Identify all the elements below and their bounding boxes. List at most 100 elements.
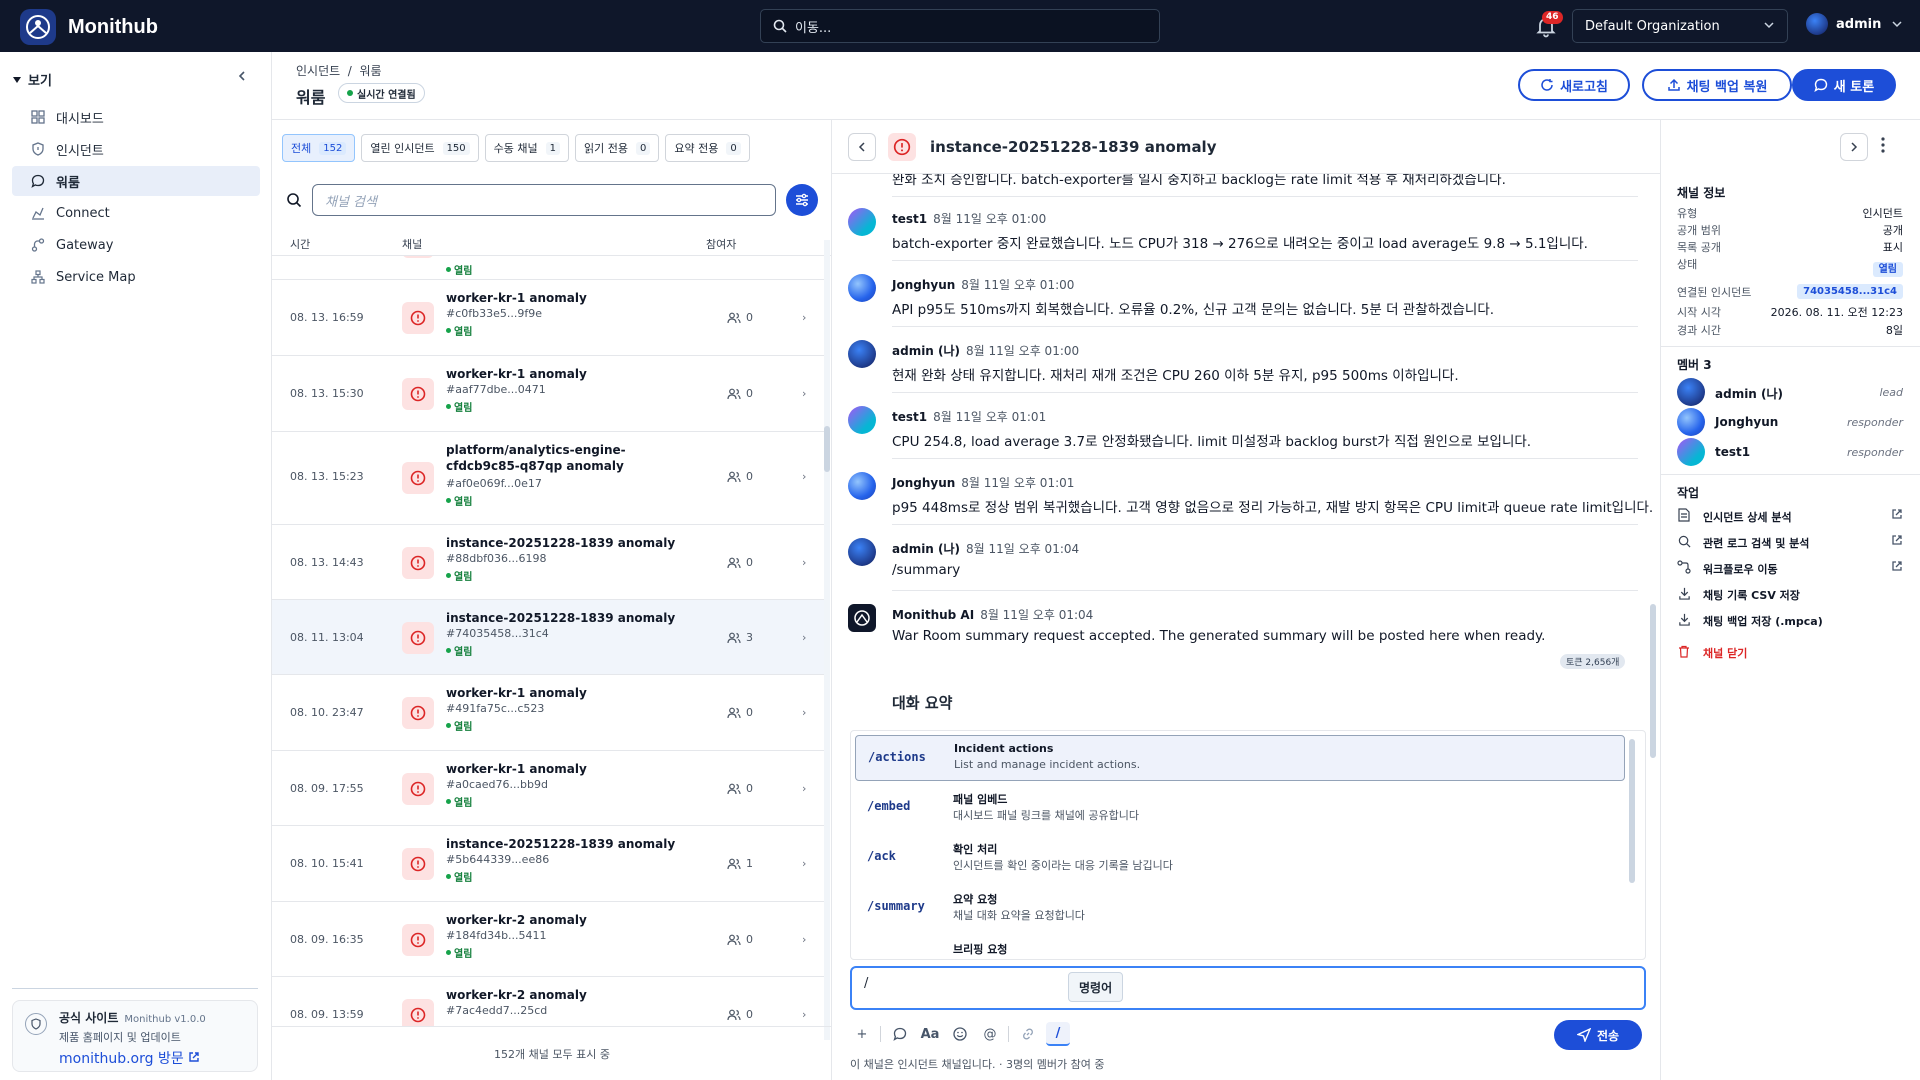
promo-link[interactable]: monithub.org 방문 — [59, 1048, 247, 1068]
chevron-right-icon: › — [802, 857, 807, 870]
action-log-search[interactable]: 관련 로그 검색 및 분석 — [1677, 532, 1903, 552]
sidebar-item-connect[interactable]: Connect — [12, 198, 260, 228]
action-workflow[interactable]: 워크플로우 이동 — [1677, 558, 1903, 578]
sidebar-item-gateway[interactable]: Gateway — [12, 230, 260, 260]
linked-incident-link[interactable]: 74035458...31c4 — [1797, 284, 1903, 299]
official-site-card[interactable]: 공식 사이트 Monithub v1.0.0 제품 홈페이지 및 업데이트 mon… — [12, 1000, 258, 1072]
tab-read-only[interactable]: 읽기 전용 0 — [575, 134, 660, 162]
action-incident-analysis[interactable]: 인시던트 상세 분석 — [1677, 506, 1903, 526]
send-button-label: 전송 — [1596, 1028, 1620, 1043]
channel-list-scrollbar[interactable] — [824, 240, 830, 1040]
chat-bubble-icon[interactable] — [888, 1022, 912, 1046]
action-save-backup[interactable]: 채팅 백업 저장 (.mpca) — [1677, 610, 1903, 630]
global-search-input[interactable]: 이동... — [760, 9, 1160, 43]
sidebar-item-incidents[interactable]: 인시던트 — [12, 134, 260, 164]
link-icon[interactable] — [1016, 1022, 1040, 1046]
chevron-left-icon — [858, 142, 865, 152]
action-label: 워크플로우 이동 — [1703, 563, 1778, 576]
row-channel-id: #af0e069f...0e17 — [446, 477, 542, 490]
tab-manual-channels[interactable]: 수동 채널 1 — [484, 134, 570, 162]
slash-command-icon[interactable]: / — [1046, 1022, 1070, 1046]
workflow-icon — [1677, 560, 1691, 574]
chat-scrollbar[interactable] — [1650, 174, 1656, 834]
list-item[interactable]: 08. 09. 17:55 worker-kr-1 anomaly #a0cae… — [272, 751, 824, 826]
member-item[interactable]: test1 responder — [1677, 438, 1903, 466]
command-desc: List and manage incident actions. — [954, 758, 1141, 771]
message-divider — [892, 326, 1638, 327]
command-item-brief[interactable]: 브리핑 요청 — [855, 935, 1625, 959]
breadcrumb[interactable]: 인시던트 / 워룸 — [296, 62, 382, 79]
message-divider — [892, 458, 1638, 459]
plus-icon[interactable]: + — [850, 1022, 874, 1046]
status-label: 열림 — [454, 327, 473, 338]
list-item[interactable]: 08. 13. 15:30 worker-kr-1 anomaly #aaf77… — [272, 356, 824, 432]
action-export-csv[interactable]: 채팅 기록 CSV 저장 — [1677, 584, 1903, 604]
sidebar-item-warroom[interactable]: 워룸 — [12, 166, 260, 196]
sidebar-item-dashboard[interactable]: 대시보드 — [12, 102, 260, 132]
emoji-icon[interactable] — [948, 1022, 972, 1046]
scrollbar-thumb[interactable] — [824, 426, 830, 472]
shield-check-icon — [25, 1013, 47, 1035]
tab-summary-only[interactable]: 요약 전용 0 — [665, 134, 750, 162]
member-item[interactable]: admin (나) lead — [1677, 378, 1903, 406]
list-item[interactable]: 열림 — [272, 256, 824, 280]
list-item-selected[interactable]: 08. 11. 13:04 instance-20251228-1839 ano… — [272, 600, 824, 675]
row-participants: 0 — [727, 470, 753, 483]
alert-circle-icon — [402, 924, 434, 956]
alert-circle-icon — [402, 773, 434, 805]
command-item-embed[interactable]: /embed 패널 임베드 대시보드 패널 링크를 채널에 공유합니다 — [855, 785, 1625, 831]
command-item-ack[interactable]: /ack 확인 처리 인시던트를 확인 중이라는 대응 기록을 남깁니다 — [855, 835, 1625, 881]
list-item[interactable]: 08. 09. 13:59 worker-kr-2 anomaly #7ac4e… — [272, 977, 824, 1026]
sidebar-item-label: Service Map — [56, 269, 136, 285]
list-item[interactable]: 08. 13. 15:23 platform/analytics-engine-… — [272, 432, 824, 525]
participant-count: 0 — [746, 387, 753, 400]
send-button[interactable]: 전송 — [1554, 1020, 1642, 1050]
refresh-button[interactable]: 새로고침 — [1518, 69, 1630, 101]
list-item[interactable]: 08. 10. 15:41 instance-20251228-1839 ano… — [272, 826, 824, 902]
status-badge: 열림 — [446, 399, 472, 414]
user-menu[interactable]: admin — [1806, 13, 1903, 35]
message-input[interactable]: / — [850, 966, 1646, 1010]
sidebar-section-toggle[interactable]: 보기 — [12, 70, 52, 89]
chevron-right-icon: › — [802, 387, 807, 400]
tab-count: 0 — [636, 141, 651, 155]
message-time: 8월 11일 오후 01:00 — [966, 344, 1080, 358]
list-item[interactable]: 08. 13. 14:43 instance-20251228-1839 ano… — [272, 525, 824, 600]
organization-select[interactable]: Default Organization — [1572, 9, 1788, 43]
list-item[interactable]: 08. 13. 16:59 worker-kr-1 anomaly #c0fb3… — [272, 280, 824, 356]
restore-chat-backup-button[interactable]: 채팅 백업 복원 — [1642, 69, 1792, 101]
collapse-sidebar-icon[interactable] — [236, 70, 248, 82]
external-link-icon — [189, 1052, 199, 1062]
message-author: admin (나) — [892, 344, 961, 358]
scrollbar-thumb[interactable] — [1629, 739, 1635, 883]
sidebar-item-service-map[interactable]: Service Map — [12, 262, 260, 292]
status-badge: 열림 — [446, 869, 472, 884]
filter-button[interactable] — [786, 184, 818, 216]
scrollbar-thumb[interactable] — [1650, 604, 1656, 758]
new-discussion-button[interactable]: 새 토론 — [1792, 69, 1896, 101]
info-value: 표시 — [1882, 241, 1903, 254]
command-item-summary[interactable]: /summary 요약 요청 채널 대화 요약을 요청합니다 — [855, 885, 1625, 931]
sidebar-item-label: 워룸 — [56, 175, 80, 191]
status-label: 열림 — [454, 266, 473, 277]
action-close-channel[interactable]: 채널 닫기 — [1677, 642, 1903, 662]
channel-search-input[interactable]: 채널 검색 — [312, 184, 776, 216]
text-format-icon[interactable]: Aa — [918, 1022, 942, 1046]
list-item[interactable]: 08. 09. 16:35 worker-kr-2 anomaly #184fd… — [272, 902, 824, 977]
list-item[interactable]: 08. 10. 23:47 worker-kr-1 anomaly #491fa… — [272, 675, 824, 751]
command-menu-scrollbar[interactable] — [1629, 735, 1635, 955]
channel-list-footer: 152개 채널 모두 표시 중 — [272, 1026, 832, 1080]
tab-all[interactable]: 전체 152 — [282, 134, 356, 162]
mention-icon[interactable]: @ — [978, 1022, 1002, 1046]
summary-heading: 대화 요약 — [892, 694, 953, 712]
message-author: admin (나) — [892, 542, 961, 556]
member-item[interactable]: Jonghyun responder — [1677, 408, 1903, 436]
app-logo[interactable]: Monithub — [20, 9, 158, 45]
channel-footer-note: 이 채널은 인시던트 채널입니다. · 3명의 멤버가 참여 중 — [850, 1058, 1105, 1071]
more-options-icon[interactable] — [1880, 136, 1886, 158]
message-divider — [892, 260, 1638, 261]
prev-channel-button[interactable] — [848, 133, 876, 161]
toolbar-divider — [1008, 1026, 1009, 1042]
command-item-actions[interactable]: /actions Incident actions List and manag… — [855, 735, 1625, 781]
tab-open-incidents[interactable]: 열린 인시던트 150 — [361, 134, 479, 162]
